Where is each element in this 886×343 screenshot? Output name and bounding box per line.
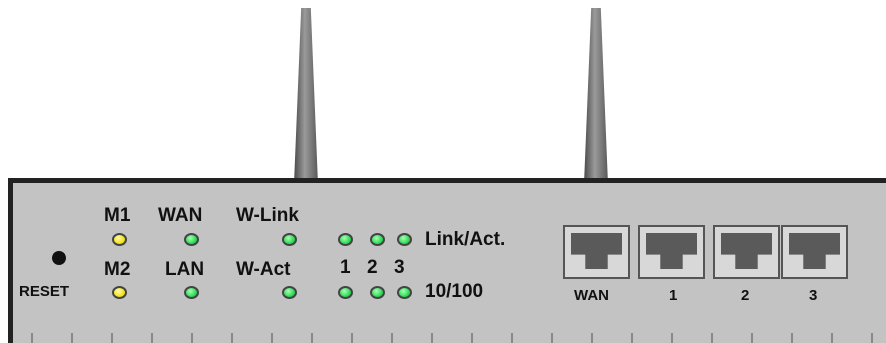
wan-label: WAN	[158, 205, 203, 226]
port-number-label: 3	[394, 257, 405, 278]
port1-speed-led	[338, 286, 353, 299]
speed-label: 10/100	[425, 281, 484, 302]
wact-led	[282, 286, 297, 299]
port3-speed-led	[397, 286, 412, 299]
lan-label: LAN	[165, 259, 205, 280]
m2-label: M2	[104, 259, 131, 280]
rj45-jack-icon	[646, 233, 697, 269]
wan-port-label: WAN	[574, 287, 609, 304]
lan-port-1[interactable]	[638, 225, 705, 279]
wlink-led	[282, 233, 297, 246]
wact-label: W-Act	[236, 259, 291, 280]
lan-port-1-label: 1	[669, 287, 678, 304]
rj45-jack-icon	[789, 233, 840, 269]
port-number-label: 2	[367, 257, 378, 278]
wan-led	[184, 233, 199, 246]
rj45-jack-icon	[721, 233, 772, 269]
reset-label: RESET	[19, 283, 70, 300]
wlink-label: W-Link	[236, 205, 299, 226]
reset-button[interactable]	[52, 251, 66, 265]
port1-link-led	[338, 233, 353, 246]
port-number-label: 1	[340, 257, 351, 278]
wan-port[interactable]	[563, 225, 630, 279]
m1-label: M1	[104, 205, 131, 226]
lan-port-2-label: 2	[741, 287, 750, 304]
lan-port-3-label: 3	[809, 287, 818, 304]
lan-port-2[interactable]	[713, 225, 780, 279]
rj45-jack-icon	[571, 233, 622, 269]
m2-led	[112, 286, 127, 299]
port2-link-led	[370, 233, 385, 246]
link-act-label: Link/Act.	[425, 229, 506, 250]
lan-port-3[interactable]	[781, 225, 848, 279]
antenna-left	[294, 8, 318, 184]
antenna-right	[584, 8, 608, 184]
port2-speed-led	[370, 286, 385, 299]
lan-led	[184, 286, 199, 299]
m1-led	[112, 233, 127, 246]
port3-link-led	[397, 233, 412, 246]
